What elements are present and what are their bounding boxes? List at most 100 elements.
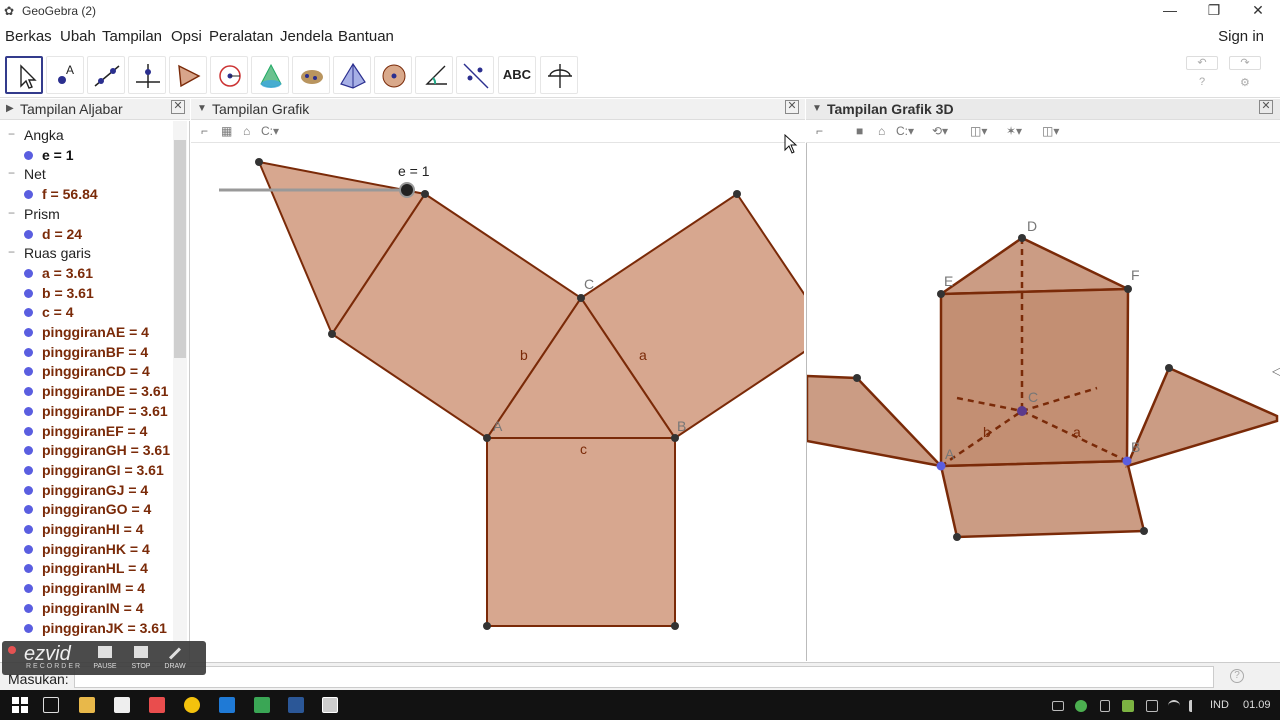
algebra-item[interactable]: pinggiranHI = 4 bbox=[0, 519, 175, 539]
slider-handle[interactable] bbox=[399, 182, 415, 198]
algebra-item[interactable]: pinggiranIM = 4 bbox=[0, 578, 175, 598]
prism-front-face[interactable] bbox=[939, 287, 1130, 468]
algebra-item[interactable]: c = 4 bbox=[0, 302, 175, 322]
algebra-item[interactable]: pinggiranGO = 4 bbox=[0, 499, 175, 519]
draw-button[interactable]: DRAW bbox=[160, 644, 190, 672]
collapse-minus-icon[interactable]: − bbox=[8, 127, 15, 141]
algebra-item[interactable]: pinggiranDF = 3.61 bbox=[0, 401, 175, 421]
net3d-right-face[interactable] bbox=[1124, 366, 1279, 468]
collapse-minus-icon[interactable]: − bbox=[8, 166, 15, 180]
axes-toggle-icon[interactable]: ⌐ bbox=[201, 124, 208, 138]
algebra-item[interactable]: pinggiranBF = 4 bbox=[0, 342, 175, 362]
minimize-button[interactable]: — bbox=[1148, 0, 1192, 22]
algebra-item[interactable]: d = 24 bbox=[0, 224, 175, 244]
help-small-icon[interactable]: ? bbox=[1199, 76, 1205, 88]
tray-device-icon[interactable] bbox=[1052, 701, 1064, 711]
visibility-dot-icon[interactable] bbox=[24, 268, 33, 278]
visibility-dot-icon[interactable] bbox=[24, 465, 33, 475]
tray-language[interactable]: IND bbox=[1210, 699, 1229, 711]
algebra-scroll-thumb[interactable] bbox=[174, 140, 186, 358]
battery-icon[interactable] bbox=[1146, 700, 1158, 712]
tool-sphere-center[interactable] bbox=[374, 56, 412, 94]
vertex3d-left[interactable] bbox=[853, 374, 861, 382]
algebra-item[interactable]: pinggiranGI = 3.61 bbox=[0, 460, 175, 480]
volume-icon[interactable] bbox=[1189, 700, 1201, 712]
home-icon[interactable]: ⌂ bbox=[243, 124, 250, 138]
tray-green-icon[interactable] bbox=[1122, 700, 1134, 712]
visibility-dot-icon[interactable] bbox=[24, 485, 33, 495]
algebra-category[interactable]: − Angka bbox=[0, 125, 175, 145]
menu-ubah[interactable]: Ubah bbox=[60, 28, 96, 45]
graphics-view[interactable]: e = 1 C A B b a c bbox=[191, 143, 804, 661]
standard-view-icon[interactable]: ◫▾ bbox=[1042, 124, 1059, 138]
wifi-icon[interactable] bbox=[1168, 700, 1180, 712]
visibility-dot-icon[interactable] bbox=[24, 603, 33, 613]
algebra-item[interactable]: pinggiranHL = 4 bbox=[0, 558, 175, 578]
visibility-dot-icon[interactable] bbox=[24, 288, 33, 298]
tool-rotate-view[interactable] bbox=[540, 56, 578, 94]
algebra-item[interactable]: pinggiranGH = 3.61 bbox=[0, 440, 175, 460]
visibility-dot-icon[interactable] bbox=[24, 406, 33, 416]
tool-line[interactable] bbox=[87, 56, 125, 94]
menu-bantuan[interactable]: Bantuan bbox=[338, 28, 394, 45]
redo-icon[interactable]: ↷ bbox=[1229, 56, 1261, 70]
visibility-dot-icon[interactable] bbox=[24, 584, 33, 594]
store-icon[interactable] bbox=[114, 697, 130, 713]
chrome-icon[interactable] bbox=[184, 697, 200, 713]
tool-angle[interactable] bbox=[415, 56, 453, 94]
axes3d-toggle-icon[interactable]: ⌐ bbox=[816, 124, 823, 138]
algebra-category[interactable]: − Prism bbox=[0, 204, 175, 224]
algebra-close-icon[interactable]: ✕ bbox=[171, 100, 185, 114]
settings-gear-icon[interactable]: ⚙ bbox=[1240, 76, 1250, 89]
restore-button[interactable]: ❐ bbox=[1192, 0, 1236, 22]
vertex3d-right[interactable] bbox=[1165, 364, 1173, 372]
word-icon[interactable] bbox=[288, 697, 304, 713]
tool-point[interactable]: A bbox=[46, 56, 84, 94]
visibility-dot-icon[interactable] bbox=[24, 308, 33, 318]
vertex-c[interactable] bbox=[577, 294, 585, 302]
tool-pyramid[interactable] bbox=[333, 56, 371, 94]
vertex3d-e[interactable] bbox=[937, 290, 945, 298]
algebra-item[interactable]: pinggiranHK = 4 bbox=[0, 539, 175, 559]
visibility-dot-icon[interactable] bbox=[24, 150, 33, 160]
geogebra-green-icon[interactable] bbox=[254, 697, 270, 713]
algebra-item[interactable]: pinggiranAE = 4 bbox=[0, 322, 175, 342]
vertex3d-c[interactable] bbox=[1017, 406, 1027, 416]
algebra-category[interactable]: − Net bbox=[0, 164, 175, 184]
menu-opsi[interactable]: Opsi bbox=[171, 28, 202, 45]
algebra-item[interactable]: a = 3.61 bbox=[0, 263, 175, 283]
prism-top-face[interactable] bbox=[936, 236, 1129, 296]
collapse-minus-icon[interactable]: − bbox=[8, 245, 15, 259]
vertex3d-n[interactable] bbox=[1140, 527, 1148, 535]
sign-in-link[interactable]: Sign in bbox=[1218, 28, 1264, 45]
visibility-dot-icon[interactable] bbox=[24, 446, 33, 456]
point-capture3d-icon[interactable]: C:▾ bbox=[896, 124, 914, 138]
tool-move[interactable] bbox=[5, 56, 43, 94]
algebra-item[interactable]: pinggiranGJ = 4 bbox=[0, 480, 175, 500]
vertex-m[interactable] bbox=[483, 622, 491, 630]
menu-tampilan[interactable]: Tampilan bbox=[102, 28, 162, 45]
tool-sphere[interactable] bbox=[292, 56, 330, 94]
geogebra-taskbar-icon[interactable] bbox=[322, 697, 338, 713]
tool-perpendicular[interactable] bbox=[128, 56, 166, 94]
tool-text[interactable]: ABC bbox=[498, 56, 536, 94]
vertex3d-b[interactable] bbox=[1122, 456, 1132, 466]
visibility-dot-icon[interactable] bbox=[24, 544, 33, 554]
windows-start-icon[interactable] bbox=[12, 697, 28, 713]
algebra-item[interactable]: pinggiranIN = 4 bbox=[0, 598, 175, 618]
graphics-collapse-icon[interactable]: ▼ bbox=[197, 103, 207, 114]
graphics-canvas[interactable]: e = 1 C A B b a c bbox=[191, 143, 804, 661]
algebra-item[interactable]: pinggiranEF = 4 bbox=[0, 421, 175, 441]
graphics-3d-canvas[interactable]: D E F C A B b a ◁ bbox=[807, 143, 1280, 661]
vertex3d-a[interactable] bbox=[936, 461, 946, 471]
stop-button[interactable]: STOP bbox=[126, 644, 156, 672]
visibility-dot-icon[interactable] bbox=[24, 347, 33, 357]
collapse-arrow-icon[interactable]: ▶ bbox=[6, 103, 14, 114]
visibility-dot-icon[interactable] bbox=[24, 623, 33, 633]
menu-berkas[interactable]: Berkas bbox=[5, 28, 52, 45]
visibility-dot-icon[interactable] bbox=[24, 564, 33, 574]
grid-toggle-icon[interactable]: ▦ bbox=[221, 124, 232, 138]
vertex-i[interactable] bbox=[328, 330, 336, 338]
visibility-dot-icon[interactable] bbox=[24, 229, 33, 239]
plane-toggle-icon[interactable]: ■ bbox=[856, 124, 863, 138]
